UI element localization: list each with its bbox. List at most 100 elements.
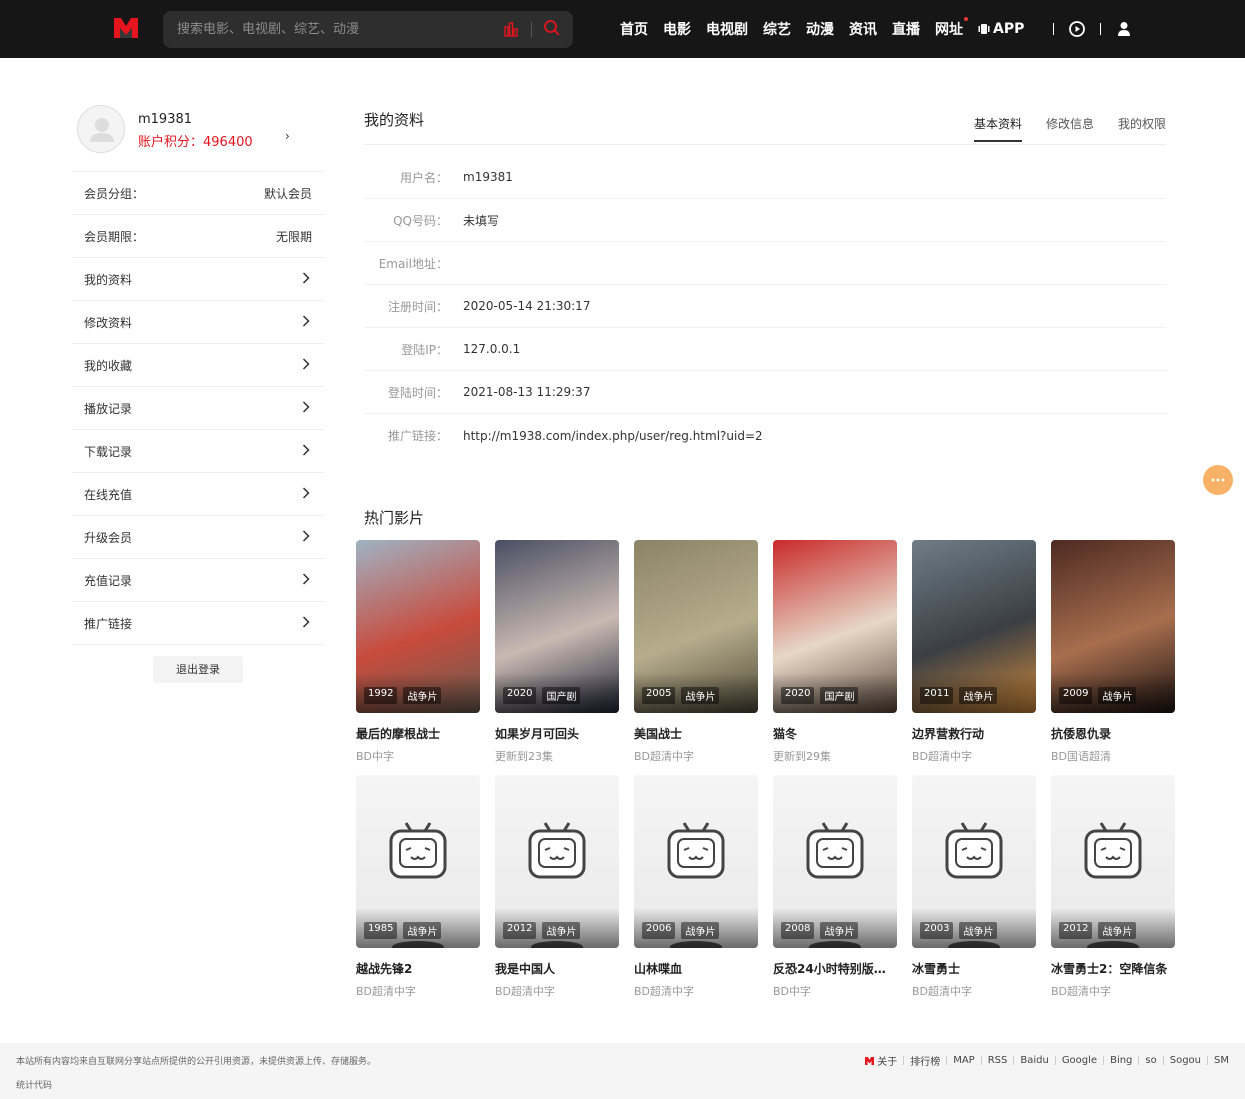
- logout-button[interactable]: 退出登录: [153, 656, 243, 683]
- movie-poster[interactable]: 2003 战争片: [912, 775, 1036, 948]
- footer-link-divider: [1013, 1056, 1015, 1065]
- tab-permissions[interactable]: 我的权限: [1118, 115, 1166, 142]
- sidebar-item-recharge-history[interactable]: 充值记录: [72, 559, 324, 602]
- member-term-label: 会员期限：: [84, 229, 145, 244]
- footer-link-map[interactable]: MAP: [953, 1055, 975, 1066]
- movie-card[interactable]: 2008 战争片 反恐24小时特别版：... BD中字: [773, 775, 897, 999]
- info-label: 注册时间：: [387, 299, 448, 314]
- nav-tv[interactable]: 电视剧: [706, 19, 748, 39]
- tab-edit-info[interactable]: 修改信息: [1046, 115, 1094, 142]
- genre-tag: 战争片: [1098, 922, 1137, 939]
- footer-link-sogou[interactable]: Sogou: [1170, 1055, 1201, 1066]
- nav-variety[interactable]: 综艺: [763, 19, 791, 39]
- year-tag: 2008: [781, 922, 815, 939]
- movie-poster[interactable]: 2006 战争片: [634, 775, 758, 948]
- movie-title[interactable]: 如果岁月可回头: [495, 725, 619, 742]
- info-value: 2020-05-14 21:30:17: [463, 299, 591, 313]
- footer-link-sm[interactable]: SM: [1214, 1055, 1229, 1066]
- info-value: 未填写: [463, 213, 500, 228]
- footer-link-so[interactable]: so: [1145, 1055, 1156, 1066]
- sidebar-item-favorites[interactable]: 我的收藏: [72, 344, 324, 387]
- footer-link-bing[interactable]: Bing: [1110, 1055, 1132, 1066]
- more-float-button[interactable]: [1203, 465, 1233, 495]
- hot-rank-icon[interactable]: [503, 20, 519, 38]
- nav-urls[interactable]: 网址: [935, 17, 968, 39]
- sidebar-item-label: 我的资料: [84, 272, 133, 287]
- footer-link-about[interactable]: 关于: [877, 1053, 897, 1068]
- movie-title[interactable]: 越战先锋2: [356, 960, 480, 977]
- footer-link-divider: [1138, 1056, 1140, 1065]
- movie-card[interactable]: 2005 战争片 美国战士 BD超清中字: [634, 540, 758, 764]
- movie-poster[interactable]: 2012 战争片: [1051, 775, 1175, 948]
- footer: 本站所有内容均来自互联网分享站点所提供的公开引用资源，未提供资源上传、存储服务。…: [0, 1043, 1245, 1099]
- chevron-right-icon: [302, 530, 310, 542]
- sidebar-item-label: 在线充值: [84, 487, 133, 502]
- movie-title[interactable]: 山林喋血: [634, 960, 758, 977]
- footer-link-rank[interactable]: 排行榜: [910, 1053, 940, 1068]
- site-logo[interactable]: [113, 16, 139, 40]
- nav-movies[interactable]: 电影: [663, 19, 691, 39]
- movie-title[interactable]: 猫冬: [773, 725, 897, 742]
- nav-live[interactable]: 直播: [892, 19, 920, 39]
- movie-status: BD超清中字: [912, 985, 973, 998]
- genre-tag: 战争片: [681, 687, 720, 704]
- nav-home[interactable]: 首页: [620, 19, 648, 39]
- movie-poster[interactable]: 2020 国产剧: [773, 540, 897, 713]
- sidebar-item-my-profile[interactable]: 我的资料: [72, 258, 324, 301]
- movie-card[interactable]: 2012 战争片 冰雪勇士2：空降信条 BD超清中字: [1051, 775, 1175, 999]
- search-icon[interactable]: [543, 19, 561, 37]
- movie-poster[interactable]: 2008 战争片: [773, 775, 897, 948]
- user-icon[interactable]: [1115, 20, 1133, 38]
- movie-title[interactable]: 冰雪勇士: [912, 960, 1036, 977]
- movie-title[interactable]: 边界营救行动: [912, 725, 1036, 742]
- movie-title[interactable]: 我是中国人: [495, 960, 619, 977]
- nav-news[interactable]: 资讯: [849, 19, 877, 39]
- sidebar-item-referral[interactable]: 推广链接: [72, 602, 324, 645]
- movie-poster[interactable]: 2005 战争片: [634, 540, 758, 713]
- movie-title[interactable]: 反恐24小时特别版：...: [773, 960, 897, 977]
- tab-basic-info[interactable]: 基本资料: [973, 115, 1022, 142]
- movie-poster[interactable]: 1992 战争片: [356, 540, 480, 713]
- nav-anime[interactable]: 动漫: [806, 19, 834, 39]
- phone-icon: [978, 24, 990, 34]
- movie-card[interactable]: 2006 战争片 山林喋血 BD超清中字: [634, 775, 758, 999]
- nav-app[interactable]: APP: [978, 21, 1024, 37]
- info-label: QQ号码：: [393, 213, 448, 228]
- year-tag: 2003: [920, 922, 954, 939]
- referral-link[interactable]: http://m1938.com/index.php/user/reg.html…: [463, 429, 763, 443]
- movie-title[interactable]: 美国战士: [634, 725, 758, 742]
- profile-summary[interactable]: m19381 账户积分：496400 ›: [72, 102, 324, 172]
- movie-title[interactable]: 抗倭恩仇录: [1051, 725, 1175, 742]
- movie-card[interactable]: 2009 战争片 抗倭恩仇录 BD国语超清: [1051, 540, 1175, 764]
- movie-card[interactable]: 2020 国产剧 如果岁月可回头 更新到23集: [495, 540, 619, 764]
- movie-card[interactable]: 1992 战争片 最后的摩根战士 BD中字: [356, 540, 480, 764]
- sidebar-item-upgrade[interactable]: 升级会员: [72, 516, 324, 559]
- movie-poster[interactable]: 1985 战争片: [356, 775, 480, 948]
- sidebar-item-edit-profile[interactable]: 修改资料: [72, 301, 324, 344]
- movie-card[interactable]: 2003 战争片冰雪勇士 BD超清中字: [912, 775, 1036, 999]
- movie-card[interactable]: 2011 战争片 边界营救行动 BD超清中字: [912, 540, 1036, 764]
- sidebar-item-downloads[interactable]: 下载记录: [72, 430, 324, 473]
- movie-poster[interactable]: 2009 战争片: [1051, 540, 1175, 713]
- movie-title[interactable]: 最后的摩根战士: [356, 725, 480, 742]
- search-input[interactable]: [177, 11, 497, 48]
- movie-poster[interactable]: 2012 战争片: [495, 775, 619, 948]
- footer-link-google[interactable]: Google: [1062, 1055, 1097, 1066]
- history-play-icon[interactable]: [1068, 20, 1086, 38]
- sidebar-item-recharge[interactable]: 在线充值: [72, 473, 324, 516]
- poster-tags: 2003 战争片: [920, 922, 1003, 939]
- username: m19381: [138, 112, 193, 127]
- footer-link-baidu[interactable]: Baidu: [1020, 1055, 1048, 1066]
- movie-poster[interactable]: 2020 国产剧: [495, 540, 619, 713]
- genre-tag: 战争片: [959, 687, 998, 704]
- chevron-right-icon: [302, 358, 310, 370]
- movie-card[interactable]: 2020 国产剧 猫冬 更新到29集: [773, 540, 897, 764]
- poster-tags: 2020 国产剧: [503, 687, 586, 704]
- sidebar-item-play-history[interactable]: 播放记录: [72, 387, 324, 430]
- footer-link-rss[interactable]: RSS: [988, 1055, 1008, 1066]
- movie-card[interactable]: 2012 战争片 我是中国人 BD超清中字: [495, 775, 619, 999]
- movie-card[interactable]: 1985 战争片 越战先锋2 BD超清中字: [356, 775, 480, 999]
- movie-poster[interactable]: 2011 战争片: [912, 540, 1036, 713]
- movie-title[interactable]: 冰雪勇士2：空降信条: [1051, 960, 1175, 977]
- more-dots-icon: [1211, 478, 1225, 482]
